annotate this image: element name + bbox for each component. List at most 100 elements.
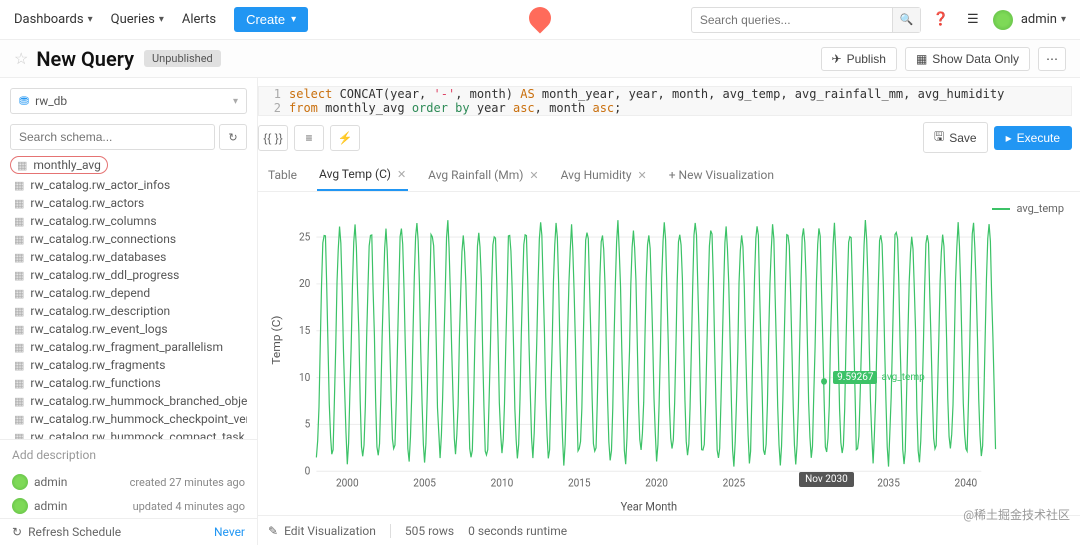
table-item[interactable]: ▦rw_catalog.rw_event_logs bbox=[10, 320, 247, 338]
edit-visualization-button[interactable]: ✎Edit Visualization bbox=[268, 524, 376, 538]
close-icon[interactable]: ✕ bbox=[529, 169, 538, 182]
nav-dashboards[interactable]: Dashboards▾ bbox=[14, 12, 93, 27]
svg-text:15: 15 bbox=[299, 324, 310, 338]
format-params-button[interactable]: {{ }} bbox=[258, 125, 288, 151]
svg-text:0: 0 bbox=[305, 464, 311, 478]
sql-editor[interactable]: 1select CONCAT(year, '-', month) AS mont… bbox=[258, 86, 1072, 116]
svg-text:2010: 2010 bbox=[491, 476, 514, 490]
table-item[interactable]: ▦rw_catalog.rw_actor_infos bbox=[10, 176, 247, 194]
nav-alerts[interactable]: Alerts bbox=[182, 12, 216, 27]
svg-text:25: 25 bbox=[299, 230, 310, 244]
search-button[interactable]: 🔍 bbox=[892, 8, 920, 32]
database-selector[interactable]: ⛃ rw_db ▾ bbox=[10, 88, 247, 114]
status-badge: Unpublished bbox=[144, 50, 221, 67]
format-sql-button[interactable]: ≡ bbox=[294, 125, 324, 151]
schema-refresh-button[interactable]: ↻ bbox=[219, 124, 247, 150]
table-item[interactable]: ▦rw_catalog.rw_fragments bbox=[10, 356, 247, 374]
execute-button[interactable]: ▸Execute bbox=[994, 126, 1072, 150]
user-menu[interactable]: admin▾ bbox=[1021, 12, 1066, 27]
create-button[interactable]: Create▾ bbox=[234, 7, 308, 32]
svg-text:Temp (C): Temp (C) bbox=[270, 316, 283, 365]
new-visualization-button[interactable]: + New Visualization bbox=[667, 160, 776, 190]
table-icon: ▦ bbox=[14, 431, 24, 440]
avatar bbox=[12, 474, 28, 490]
table-item[interactable]: ▦rw_catalog.rw_hummock_branched_objects bbox=[10, 392, 247, 410]
avatar bbox=[12, 498, 28, 514]
table-item[interactable]: ▦rw_catalog.rw_fragment_parallelism bbox=[10, 338, 247, 356]
table-icon: ▦ bbox=[14, 197, 24, 210]
svg-text:2000: 2000 bbox=[336, 476, 359, 490]
row-count-label: 505 rows bbox=[405, 524, 454, 538]
tab-table[interactable]: Table bbox=[266, 160, 299, 190]
svg-text:2015: 2015 bbox=[568, 476, 591, 490]
table-icon: ▦ bbox=[14, 305, 24, 318]
svg-text:10: 10 bbox=[299, 370, 310, 384]
svg-text:2025: 2025 bbox=[723, 476, 746, 490]
table-item[interactable]: ▦rw_catalog.rw_databases bbox=[10, 248, 247, 266]
send-icon: ✈ bbox=[832, 52, 842, 66]
svg-text:20: 20 bbox=[299, 277, 310, 291]
watermark: @稀土掘金技术社区 bbox=[963, 506, 1070, 523]
chart-legend: avg_temp bbox=[992, 202, 1064, 215]
dots-icon: ⋯ bbox=[1046, 52, 1058, 66]
close-icon[interactable]: ✕ bbox=[397, 168, 406, 181]
tab-avg-humidity[interactable]: Avg Humidity✕ bbox=[559, 160, 649, 190]
table-icon: ▦ bbox=[14, 215, 24, 228]
table-icon: ▦ bbox=[14, 341, 24, 354]
svg-text:2005: 2005 bbox=[413, 476, 436, 490]
chevron-down-icon: ▾ bbox=[1061, 14, 1066, 25]
more-button[interactable]: ⋯ bbox=[1038, 47, 1066, 71]
table-item[interactable]: ▦rw_catalog.rw_hummock_checkpoint_versio… bbox=[10, 410, 247, 428]
play-icon: ▸ bbox=[1006, 131, 1012, 145]
table-item[interactable]: ▦rw_catalog.rw_functions bbox=[10, 374, 247, 392]
table-item[interactable]: ▦rw_catalog.rw_depend bbox=[10, 284, 247, 302]
svg-text:2020: 2020 bbox=[645, 476, 668, 490]
svg-text:2035: 2035 bbox=[877, 476, 900, 490]
table-icon: ▦ bbox=[14, 233, 24, 246]
star-icon[interactable]: ☆ bbox=[14, 49, 28, 68]
svg-text:Year Month: Year Month bbox=[621, 499, 677, 514]
help-icon[interactable]: ❓ bbox=[929, 8, 953, 32]
schema-search-input[interactable] bbox=[10, 124, 215, 150]
add-description[interactable]: Add description bbox=[0, 439, 257, 470]
tab-avg-temp[interactable]: Avg Temp (C)✕ bbox=[317, 159, 408, 191]
table-icon: ▦ bbox=[14, 269, 24, 282]
table-item[interactable]: ▦rw_catalog.rw_ddl_progress bbox=[10, 266, 247, 284]
table-item[interactable]: ▦rw_catalog.rw_hummock_compact_task_assi… bbox=[10, 428, 247, 439]
chart-tooltip-value: 9.59267avg_temp bbox=[833, 371, 925, 384]
autocomplete-button[interactable]: ⚡ bbox=[330, 125, 360, 151]
search-input[interactable] bbox=[692, 13, 892, 27]
grid-icon: ▦ bbox=[916, 52, 927, 66]
svg-text:2040: 2040 bbox=[955, 476, 978, 490]
table-item[interactable]: ▦rw_catalog.rw_actors bbox=[10, 194, 247, 212]
chevron-down-icon: ▾ bbox=[233, 96, 238, 107]
close-icon[interactable]: ✕ bbox=[638, 169, 647, 182]
table-icon: ▦ bbox=[17, 159, 27, 172]
chart-tooltip-x: Nov 2030 bbox=[799, 472, 854, 487]
page-title[interactable]: New Query bbox=[36, 47, 134, 71]
settings-icon[interactable]: ☰ bbox=[961, 8, 985, 32]
table-item[interactable]: ▦monthly_avg bbox=[10, 156, 108, 174]
edit-icon: ✎ bbox=[268, 524, 278, 538]
save-button[interactable]: 🖫Save bbox=[923, 122, 988, 153]
table-item[interactable]: ▦rw_catalog.rw_connections bbox=[10, 230, 247, 248]
table-icon: ▦ bbox=[14, 287, 24, 300]
avatar bbox=[993, 10, 1013, 30]
table-icon: ▦ bbox=[14, 323, 24, 336]
nav-queries[interactable]: Queries▾ bbox=[111, 12, 164, 27]
meta-created: admin created 27 minutes ago bbox=[0, 470, 257, 494]
table-item[interactable]: ▦rw_catalog.rw_description bbox=[10, 302, 247, 320]
chevron-down-icon: ▾ bbox=[291, 14, 296, 25]
tab-avg-rainfall[interactable]: Avg Rainfall (Mm)✕ bbox=[426, 160, 540, 190]
show-data-only-button[interactable]: ▦Show Data Only bbox=[905, 47, 1030, 71]
chevron-down-icon: ▾ bbox=[159, 14, 164, 25]
refresh-schedule-label: Refresh Schedule bbox=[28, 525, 121, 539]
global-search[interactable]: 🔍 bbox=[691, 7, 921, 33]
table-icon: ▦ bbox=[14, 359, 24, 372]
chart-area[interactable]: avg_temp 0510152025200020052010201520202… bbox=[258, 192, 1080, 515]
table-icon: ▦ bbox=[14, 413, 24, 426]
publish-button[interactable]: ✈Publish bbox=[821, 47, 897, 71]
refresh-schedule-value[interactable]: Never bbox=[214, 525, 245, 539]
chevron-down-icon: ▾ bbox=[88, 14, 93, 25]
table-item[interactable]: ▦rw_catalog.rw_columns bbox=[10, 212, 247, 230]
